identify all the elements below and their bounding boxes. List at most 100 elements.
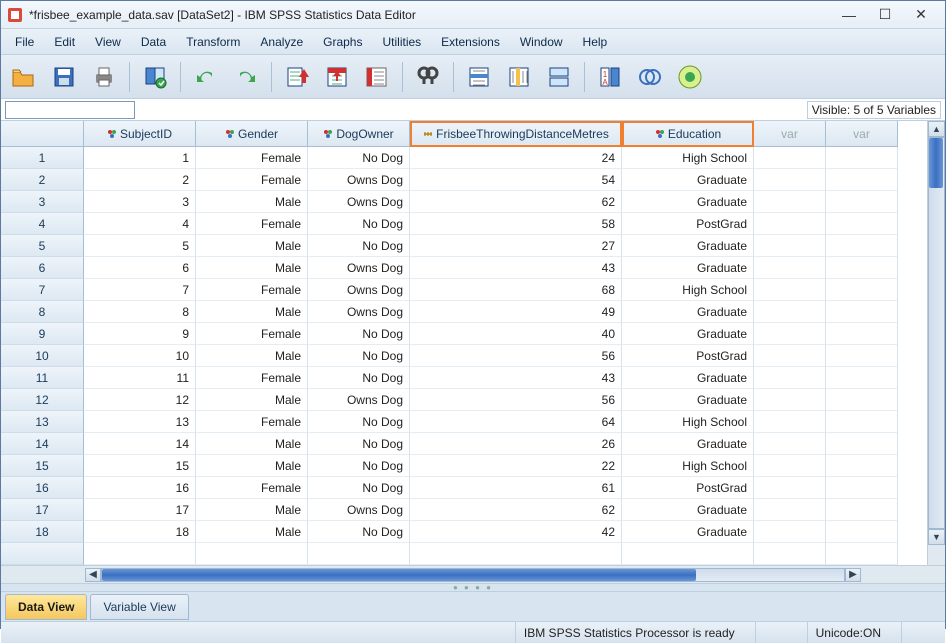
data-cell[interactable]: Female — [196, 147, 308, 169]
column-header-frisbeethrowingdistancemetres[interactable]: FrisbeeThrowingDistanceMetres — [410, 121, 622, 147]
vscroll-thumb[interactable] — [929, 138, 943, 188]
data-cell-empty[interactable] — [826, 169, 898, 191]
data-cell[interactable]: 42 — [410, 521, 622, 543]
row-header[interactable]: 18 — [1, 521, 84, 543]
split-file-button[interactable] — [542, 60, 576, 94]
data-cell-empty[interactable] — [754, 169, 826, 191]
data-cell[interactable]: Male — [196, 191, 308, 213]
data-cell[interactable]: Male — [196, 521, 308, 543]
insert-cases-button[interactable] — [462, 60, 496, 94]
data-cell[interactable]: 14 — [84, 433, 196, 455]
data-cell[interactable]: Female — [196, 367, 308, 389]
vertical-scrollbar[interactable]: ▲ ▼ — [927, 121, 945, 565]
menu-extensions[interactable]: Extensions — [431, 31, 510, 53]
data-cell[interactable]: 43 — [410, 257, 622, 279]
data-cell[interactable]: Owns Dog — [308, 279, 410, 301]
data-cell-empty[interactable] — [826, 345, 898, 367]
data-cell-empty[interactable] — [622, 543, 754, 565]
row-header[interactable]: 10 — [1, 345, 84, 367]
data-cell[interactable]: 27 — [410, 235, 622, 257]
close-button[interactable]: ✕ — [903, 4, 939, 26]
menu-file[interactable]: File — [5, 31, 44, 53]
data-cell-empty[interactable] — [754, 543, 826, 565]
maximize-button[interactable]: ☐ — [867, 4, 903, 26]
row-header[interactable]: 15 — [1, 455, 84, 477]
row-header[interactable]: 9 — [1, 323, 84, 345]
data-cell-empty[interactable] — [754, 521, 826, 543]
data-cell[interactable]: Male — [196, 433, 308, 455]
data-cell-empty[interactable] — [826, 279, 898, 301]
column-header-empty[interactable]: var — [826, 121, 898, 147]
row-header[interactable]: 17 — [1, 499, 84, 521]
goto-variable-button[interactable] — [320, 60, 354, 94]
row-header[interactable]: 16 — [1, 477, 84, 499]
data-cell[interactable]: Female — [196, 411, 308, 433]
value-labels-button[interactable] — [673, 60, 707, 94]
cell-reference-box[interactable] — [5, 101, 135, 119]
open-file-button[interactable] — [7, 60, 41, 94]
menu-analyze[interactable]: Analyze — [250, 31, 313, 53]
data-cell[interactable]: Female — [196, 213, 308, 235]
row-header[interactable]: 1 — [1, 147, 84, 169]
weight-cases-button[interactable]: 1A — [593, 60, 627, 94]
data-cell-empty[interactable] — [754, 257, 826, 279]
data-cell[interactable]: High School — [622, 147, 754, 169]
row-header[interactable] — [1, 543, 84, 565]
data-cell[interactable]: Graduate — [622, 367, 754, 389]
data-cell[interactable]: Owns Dog — [308, 389, 410, 411]
data-cell-empty[interactable] — [754, 499, 826, 521]
hscroll-track[interactable] — [101, 568, 845, 582]
data-cell[interactable]: 18 — [84, 521, 196, 543]
select-cases-button[interactable] — [633, 60, 667, 94]
scroll-right-arrow[interactable]: ▶ — [845, 568, 861, 582]
row-header[interactable]: 3 — [1, 191, 84, 213]
data-cell-empty[interactable] — [826, 543, 898, 565]
menu-help[interactable]: Help — [573, 31, 618, 53]
data-cell[interactable]: PostGrad — [622, 345, 754, 367]
data-cell[interactable]: 62 — [410, 191, 622, 213]
data-cell-empty[interactable] — [826, 411, 898, 433]
find-button[interactable] — [411, 60, 445, 94]
data-cell-empty[interactable] — [826, 301, 898, 323]
data-cell[interactable]: 64 — [410, 411, 622, 433]
data-cell-empty[interactable] — [826, 235, 898, 257]
data-cell[interactable]: Female — [196, 323, 308, 345]
row-header[interactable]: 7 — [1, 279, 84, 301]
pane-gripper[interactable]: ● ● ● ● — [1, 583, 945, 591]
data-cell[interactable]: No Dog — [308, 433, 410, 455]
column-header-subjectid[interactable]: SubjectID — [84, 121, 196, 147]
data-cell[interactable]: Female — [196, 279, 308, 301]
data-cell[interactable]: 26 — [410, 433, 622, 455]
scroll-down-arrow[interactable]: ▼ — [928, 529, 945, 545]
data-cell[interactable]: 68 — [410, 279, 622, 301]
corner-cell[interactable] — [1, 121, 84, 147]
data-cell-empty[interactable] — [754, 411, 826, 433]
data-cell[interactable]: 17 — [84, 499, 196, 521]
data-cell[interactable]: Owns Dog — [308, 191, 410, 213]
data-cell[interactable]: 61 — [410, 477, 622, 499]
data-cell[interactable]: 15 — [84, 455, 196, 477]
data-cell-empty[interactable] — [754, 279, 826, 301]
minimize-button[interactable]: — — [831, 4, 867, 26]
data-cell-empty[interactable] — [826, 323, 898, 345]
data-cell[interactable]: 13 — [84, 411, 196, 433]
data-cell[interactable]: Female — [196, 169, 308, 191]
data-cell[interactable]: 54 — [410, 169, 622, 191]
data-cell[interactable]: Male — [196, 499, 308, 521]
data-cell-empty[interactable] — [754, 345, 826, 367]
data-cell[interactable]: No Dog — [308, 213, 410, 235]
data-cell[interactable]: No Dog — [308, 147, 410, 169]
column-header-education[interactable]: Education — [622, 121, 754, 147]
print-button[interactable] — [87, 60, 121, 94]
data-cell[interactable]: Graduate — [622, 323, 754, 345]
recall-dialog-button[interactable] — [138, 60, 172, 94]
data-cell-empty[interactable] — [84, 543, 196, 565]
data-cell-empty[interactable] — [754, 367, 826, 389]
data-cell-empty[interactable] — [754, 323, 826, 345]
data-cell-empty[interactable] — [826, 191, 898, 213]
data-cell[interactable]: 5 — [84, 235, 196, 257]
data-cell[interactable]: Graduate — [622, 257, 754, 279]
data-cell[interactable]: 62 — [410, 499, 622, 521]
hscroll-thumb[interactable] — [102, 569, 696, 581]
column-header-dogowner[interactable]: DogOwner — [308, 121, 410, 147]
